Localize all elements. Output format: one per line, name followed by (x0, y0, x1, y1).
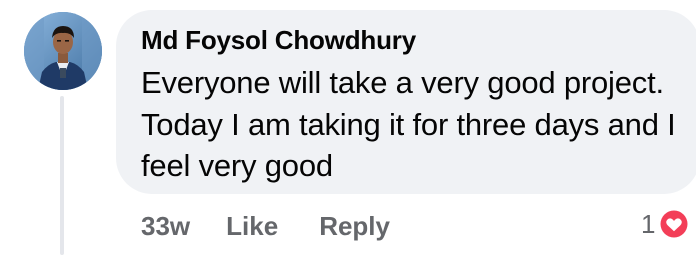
avatar-image (24, 12, 102, 90)
reaction-count: 1 (641, 208, 656, 239)
thread-line (60, 96, 64, 255)
avatar[interactable] (24, 12, 102, 90)
comment-timestamp[interactable]: 33w (141, 211, 190, 242)
reaction-summary[interactable]: 1 (641, 206, 691, 242)
heart-icon (658, 208, 691, 240)
comment-actions: 33w Like Reply (141, 208, 390, 244)
comment-author[interactable]: Md Foysol Chowdhury (141, 25, 416, 56)
like-button[interactable]: Like (226, 211, 278, 242)
comment-text: Everyone will take a very good project. … (141, 65, 676, 183)
comment-container: Md Foysol Chowdhury Everyone will take a… (0, 0, 696, 255)
reply-button[interactable]: Reply (319, 211, 390, 242)
